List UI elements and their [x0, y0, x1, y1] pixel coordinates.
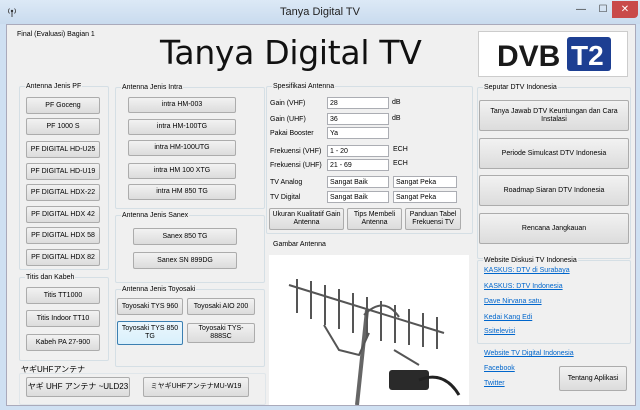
- dvb-t2-logo: DVB T2: [478, 31, 628, 77]
- gambar-antenna-label: Gambar Antenna: [273, 241, 326, 248]
- intra-hm-100utg-button[interactable]: intra HM-100UTG: [128, 140, 236, 156]
- intra-group-label: Antenna Jenis Intra: [121, 84, 184, 92]
- sanex-group: Antenna Jenis Sanex: [115, 212, 265, 283]
- twitter-link[interactable]: Twitter: [484, 380, 505, 387]
- miyagi-mu-w19-button[interactable]: ミヤギUHFアンテナMU-W19: [143, 377, 249, 397]
- gain-uhf-field[interactable]: 36: [327, 113, 389, 125]
- sanex-sn899dg-button[interactable]: Sanex SN 899DG: [133, 252, 237, 269]
- pf-hd-u25-button[interactable]: PF DIGITAL HD-U25: [26, 141, 100, 158]
- tv-analog-sensitivity-field[interactable]: Sangat Peka: [393, 176, 457, 188]
- periode-simulcast-button[interactable]: Periode Simulcast DTV Indonesia: [479, 138, 629, 169]
- svg-text:T2: T2: [571, 40, 604, 71]
- toyosaki-tys850tg-button[interactable]: Toyosaki TYS 850 TG: [117, 321, 183, 345]
- gain-vhf-unit: dB: [392, 99, 401, 106]
- intra-hm-003-button[interactable]: intra HM-003: [128, 97, 236, 113]
- freq-vhf-label: Frekuensi (VHF): [270, 148, 322, 155]
- ukuran-kualitatif-gain-button[interactable]: Ukuran Kualitatif Gain Antenna: [269, 208, 344, 230]
- gain-uhf-label: Gain (UHF): [270, 116, 306, 123]
- facebook-link[interactable]: Facebook: [484, 365, 515, 372]
- minimize-button[interactable]: —: [569, 1, 593, 18]
- gain-uhf-unit: dB: [392, 115, 401, 122]
- svg-text:DVB: DVB: [497, 40, 560, 73]
- title-bar: Tanya Digital TV — ☐ ✕: [0, 0, 640, 24]
- pf-hd-u19-button[interactable]: PF DIGITAL HD-U19: [26, 163, 100, 180]
- toyosaki-aio200-button[interactable]: Toyosaki AIO 200: [187, 298, 255, 315]
- tv-digital-quality-field[interactable]: Sangat Baik: [327, 191, 389, 203]
- tv-digital-sensitivity-field[interactable]: Sangat Peka: [393, 191, 457, 203]
- kabeh-pa27-900-button[interactable]: Kabeh PA 27-900: [26, 334, 100, 351]
- antenna-picture: [269, 255, 469, 406]
- dave-nirvana-link[interactable]: Dave Nirvana satu: [484, 298, 542, 305]
- booster-label: Pakai Booster: [270, 130, 314, 137]
- tips-membeli-antenna-button[interactable]: Tips Membeli Antenna: [347, 208, 402, 230]
- sanex-group-label: Antenna Jenis Sanex: [121, 212, 190, 220]
- kedai-kang-edi-link[interactable]: Kedai Kang Edi: [484, 314, 532, 321]
- panduan-tabel-frekuensi-button[interactable]: Panduan Tabel Frekuensi TV: [405, 208, 461, 230]
- website-tv-digital-link[interactable]: Website TV Digital Indonesia: [484, 350, 574, 357]
- tanya-jawab-dtv-button[interactable]: Tanya Jawab DTV Keuntungan dan Cara Inst…: [479, 100, 629, 131]
- pf-hdx-42-button[interactable]: PF DIGITAL HDX 42: [26, 206, 100, 223]
- pf-hdx-58-button[interactable]: PF DIGITAL HDX 58: [26, 227, 100, 244]
- yagi-uld23-button[interactable]: ヤギ UHF アンテナ ~ULD23: [26, 377, 130, 397]
- subtitle-label: Final (Evaluasi) Bagian 1: [17, 31, 95, 38]
- app-title: Tanya Digital TV: [160, 33, 422, 72]
- kaskus-indonesia-link[interactable]: KASKUS: DTV Indonesia: [484, 283, 563, 290]
- ssitelevisi-link[interactable]: Ssitelevisi: [484, 328, 515, 335]
- gain-vhf-field[interactable]: 28: [327, 97, 389, 109]
- freq-vhf-field[interactable]: 1 - 20: [327, 145, 389, 157]
- pf-goceng-button[interactable]: PF Goceng: [26, 97, 100, 114]
- toyosaki-tys888sc-button[interactable]: Toyosaki TYS-888SC: [187, 323, 255, 343]
- freq-uhf-label: Frekuensi (UHF): [270, 162, 322, 169]
- pf-hdx-22-button[interactable]: PF DIGITAL HDX-22: [26, 184, 100, 201]
- close-button[interactable]: ✕: [612, 1, 638, 18]
- titis-group-label: Titis dan Kabeh: [25, 274, 76, 282]
- toyosaki-tys960-button[interactable]: Toyosaki TYS 960: [117, 298, 183, 315]
- website-group-label: Website Diskusi TV Indonesia: [483, 257, 578, 265]
- spec-group-label: Spesifikasi Antenna: [272, 83, 336, 91]
- seputar-group-label: Seputar DTV Indonesia: [483, 84, 558, 92]
- main-form: Final (Evaluasi) Bagian 1 Tanya Digital …: [6, 24, 636, 406]
- intra-hm-850tg-button[interactable]: intra HM 850 TG: [128, 184, 236, 200]
- window-title: Tanya Digital TV: [280, 6, 360, 18]
- tv-analog-label: TV Analog: [270, 179, 303, 186]
- intra-hm-100xtg-button[interactable]: intra HM 100 XTG: [128, 163, 236, 179]
- freq-uhf-unit: ECH: [393, 160, 408, 167]
- tv-digital-label: TV Digital: [270, 194, 301, 201]
- toyosaki-group-label: Antenna Jenis Toyosaki: [121, 286, 197, 294]
- freq-uhf-field[interactable]: 21 - 69: [327, 159, 389, 171]
- antenna-image: [269, 255, 469, 406]
- tv-analog-quality-field[interactable]: Sangat Baik: [327, 176, 389, 188]
- pf-group-label: Antenna Jenis PF: [25, 83, 83, 91]
- freq-vhf-unit: ECH: [393, 146, 408, 153]
- roadmap-siaran-button[interactable]: Roadmap Siaran DTV Indonesia: [479, 175, 629, 206]
- tentang-aplikasi-button[interactable]: Tentang Aplikasi: [559, 366, 627, 391]
- rencana-jangkauan-button[interactable]: Rencana Jangkauan: [479, 213, 629, 244]
- booster-field[interactable]: Ya: [327, 127, 389, 139]
- intra-hm-100tg-button[interactable]: intra HM-100TG: [128, 119, 236, 135]
- kaskus-surabaya-link[interactable]: KASKUS: DTV di Surabaya: [484, 267, 570, 274]
- pf-1000s-button[interactable]: PF 1000 S: [26, 118, 100, 135]
- pf-hdx-82-button[interactable]: PF DIGITAL HDX 82: [26, 249, 100, 266]
- sanex-850tg-button[interactable]: Sanex 850 TG: [133, 228, 237, 245]
- titis-indoor-tt10-button[interactable]: Titis Indoor TT10: [26, 310, 100, 327]
- titis-tt1000-button[interactable]: Titis TT1000: [26, 287, 100, 304]
- gain-vhf-label: Gain (VHF): [270, 100, 306, 107]
